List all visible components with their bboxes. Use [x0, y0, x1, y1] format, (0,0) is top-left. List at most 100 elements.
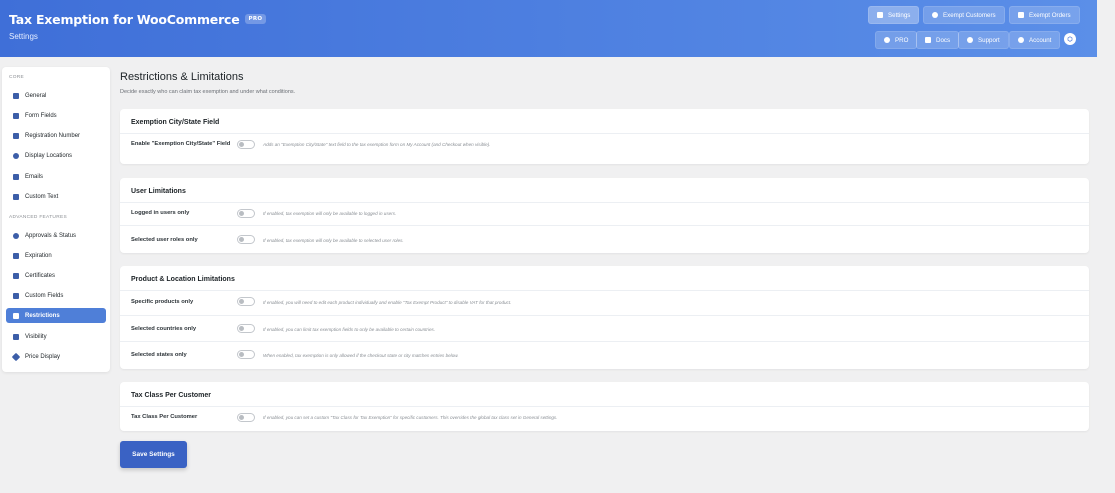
page-title: Restrictions & Limitations: [120, 71, 244, 83]
sidebar-item-general[interactable]: General: [6, 88, 106, 103]
row-description: If enabled, tax exemption will only be a…: [263, 238, 404, 243]
sidebar-item-certificates[interactable]: Certificates: [6, 268, 106, 283]
save-settings-button[interactable]: Save Settings: [120, 441, 187, 468]
user-roles-toggle[interactable]: [237, 235, 255, 244]
city-state-field-toggle[interactable]: [237, 140, 255, 149]
row-description: If enabled, you can set a custom "Tax Cl…: [263, 415, 558, 420]
cart-icon: [1018, 12, 1024, 18]
sidebar-item-label: Custom Text: [25, 193, 59, 200]
row-description: If enabled, you can limit tax exemption …: [263, 327, 436, 332]
row-description: If enabled, tax exemption will only be a…: [263, 211, 397, 216]
docs-button[interactable]: Docs: [916, 31, 960, 49]
row-divider: [120, 225, 1089, 226]
settings-button[interactable]: Settings: [868, 6, 920, 24]
avatar[interactable]: ⬡: [1064, 33, 1076, 45]
row-divider: [120, 315, 1089, 316]
row-description: Adds an "Exemption City/State" text fiel…: [263, 142, 491, 147]
row-label: Tax Class Per Customer: [131, 414, 198, 420]
sidebar-item-label: Expiration: [25, 252, 52, 259]
sidebar-item-label: Visibility: [25, 333, 47, 340]
card-title: Tax Class Per Customer: [131, 392, 212, 399]
account-button[interactable]: Account: [1009, 31, 1061, 49]
support-button[interactable]: Support: [958, 31, 1009, 49]
card-title: User Limitations: [131, 188, 186, 195]
registration-icon: [13, 132, 19, 139]
sidebar-item-label: Price Display: [25, 353, 61, 360]
pro-button[interactable]: PRO: [875, 31, 918, 49]
sidebar-item-label: Custom Fields: [25, 292, 64, 299]
card-divider: [120, 202, 1089, 203]
sidebar-item-label: Form Fields: [25, 112, 57, 119]
card-divider: [120, 290, 1089, 291]
docs-button-label: Docs: [936, 36, 951, 44]
card-divider: [120, 133, 1089, 134]
exempt-orders-button[interactable]: Exempt Orders: [1009, 6, 1080, 24]
specific-products-toggle[interactable]: [237, 297, 255, 306]
row-label: Logged in users only: [131, 210, 190, 216]
exempt-customers-label: Exempt Customers: [943, 11, 996, 19]
account-icon: [1018, 37, 1024, 43]
email-icon: [13, 173, 19, 180]
sidebar-item-registration-number[interactable]: Registration Number: [6, 128, 106, 143]
pro-icon: [884, 37, 890, 43]
tax-class-per-customer-toggle[interactable]: [237, 413, 255, 422]
scrollbar-gutter: [1097, 0, 1115, 493]
row-label: Specific products only: [131, 299, 194, 305]
certificate-icon: [13, 272, 19, 279]
eye-icon: [13, 152, 19, 159]
docs-icon: [925, 37, 931, 43]
grid-icon: [13, 292, 19, 299]
settings-button-label: Settings: [888, 11, 911, 19]
sidebar-item-label: Approvals & Status: [25, 232, 77, 239]
sidebar-item-label: Registration Number: [25, 132, 81, 139]
card-tax-class-per-customer: Tax Class Per Customer Tax Class Per Cus…: [120, 382, 1089, 431]
support-button-label: Support: [978, 36, 1000, 44]
sidebar-item-label: General: [25, 92, 47, 99]
sidebar-section-core: CORE: [9, 75, 25, 80]
visibility-icon: [13, 333, 19, 340]
sidebar-item-approvals-status[interactable]: Approvals & Status: [6, 228, 106, 243]
row-divider: [120, 341, 1089, 342]
sidebar-item-restrictions[interactable]: Restrictions: [6, 308, 106, 323]
logged-in-users-toggle[interactable]: [237, 209, 255, 218]
row-label: Selected user roles only: [131, 237, 198, 243]
sidebar-section-advanced: ADVANCED FEATURES: [9, 215, 67, 220]
sidebar-item-label: Certificates: [25, 272, 56, 279]
app-title-text: Tax Exemption for WooCommerce: [9, 12, 240, 27]
support-icon: [967, 37, 973, 43]
sidebar-item-display-locations[interactable]: Display Locations: [6, 148, 106, 163]
sidebar-item-emails[interactable]: Emails: [6, 169, 106, 184]
pro-button-label: PRO: [895, 36, 909, 44]
card-user-limitations: User Limitations Logged in users only If…: [120, 178, 1089, 253]
exempt-customers-button[interactable]: Exempt Customers: [923, 6, 1005, 24]
header-bar: Tax Exemption for WooCommerce PRO Setting…: [0, 0, 1097, 57]
sidebar-item-price-display[interactable]: Price Display: [6, 349, 106, 364]
page-subtitle: Settings: [9, 32, 38, 41]
sidebar-item-visibility[interactable]: Visibility: [6, 329, 106, 344]
text-icon: [13, 193, 19, 200]
row-label: Enable "Exemption City/State" Field: [131, 141, 231, 147]
selected-states-toggle[interactable]: [237, 350, 255, 359]
settings-icon: [877, 12, 883, 18]
check-icon: [13, 232, 19, 239]
general-icon: [13, 92, 19, 99]
sidebar-item-label: Display Locations: [25, 152, 73, 159]
sidebar-item-expiration[interactable]: Expiration: [6, 248, 106, 263]
row-label: Selected states only: [131, 352, 187, 358]
form-fields-icon: [13, 112, 19, 119]
card-divider: [120, 406, 1089, 407]
app-title: Tax Exemption for WooCommerce PRO: [9, 12, 267, 27]
tag-icon: [11, 352, 21, 361]
exempt-orders-label: Exempt Orders: [1029, 11, 1071, 19]
sidebar-item-label: Restrictions: [25, 312, 60, 319]
pro-badge: PRO: [244, 13, 267, 24]
lock-icon: [13, 312, 19, 319]
calendar-icon: [13, 252, 19, 259]
sidebar-item-custom-text[interactable]: Custom Text: [6, 189, 106, 204]
sidebar-item-custom-fields[interactable]: Custom Fields: [6, 288, 106, 303]
selected-countries-toggle[interactable]: [237, 324, 255, 333]
card-exemption-city-state: Exemption City/State Field Enable "Exemp…: [120, 109, 1089, 164]
sidebar-item-form-fields[interactable]: Form Fields: [6, 108, 106, 123]
account-button-label: Account: [1029, 36, 1052, 44]
card-title: Product & Location Limitations: [131, 276, 235, 283]
